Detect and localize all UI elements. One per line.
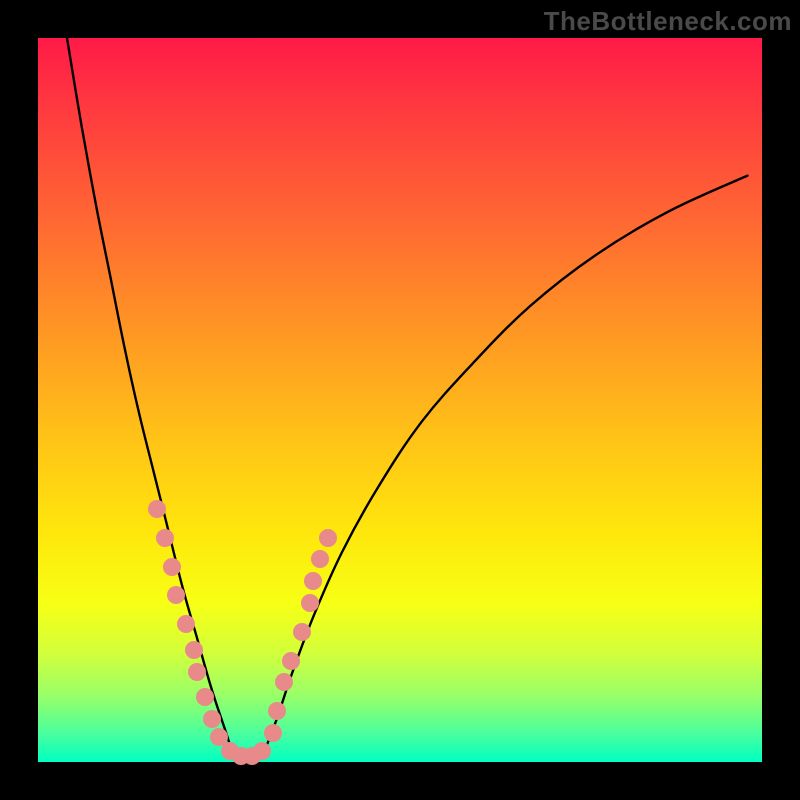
data-marker (163, 558, 181, 576)
data-marker (156, 529, 174, 547)
data-marker (203, 710, 221, 728)
data-marker (167, 586, 185, 604)
data-marker (196, 688, 214, 706)
data-marker (319, 529, 337, 547)
data-marker (188, 663, 206, 681)
curve-path (67, 38, 748, 759)
watermark-text: TheBottleneck.com (544, 6, 792, 37)
bottleneck-curve (38, 38, 762, 762)
data-marker (148, 500, 166, 518)
data-marker (301, 594, 319, 612)
data-marker (304, 572, 322, 590)
chart-outer-frame: TheBottleneck.com (0, 0, 800, 800)
data-marker (185, 641, 203, 659)
data-marker (293, 623, 311, 641)
data-marker (282, 652, 300, 670)
chart-plot-area (38, 38, 762, 762)
